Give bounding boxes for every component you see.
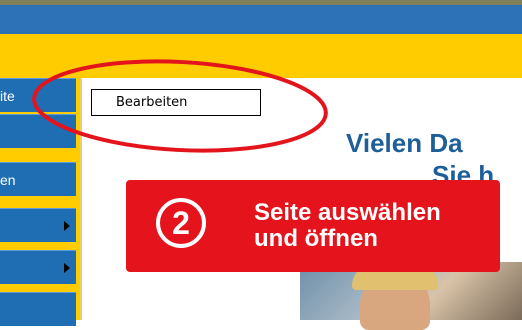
sidebar-item-label: en <box>0 172 16 188</box>
page-heading-line-1: Vielen Da <box>346 128 463 158</box>
callout-line-1: Seite auswählen <box>254 199 441 226</box>
sidebar-item-6[interactable] <box>0 292 76 326</box>
content-divider <box>80 78 82 320</box>
yellow-banner <box>0 34 522 78</box>
sidebar: ite en <box>0 78 80 326</box>
sidebar-item-label: ite <box>0 88 15 104</box>
sidebar-item-4[interactable] <box>0 208 76 242</box>
callout-text: Seite auswählen und öffnen <box>254 200 441 252</box>
step-number-badge: 2 <box>156 198 206 248</box>
edit-button[interactable]: Bearbeiten <box>91 89 261 116</box>
submenu-arrow-icon <box>64 263 70 273</box>
sidebar-item-2[interactable] <box>0 114 76 148</box>
submenu-arrow-icon <box>64 221 70 231</box>
step-callout: 2 Seite auswählen und öffnen <box>126 180 500 272</box>
sidebar-item-5[interactable] <box>0 250 76 284</box>
callout-line-2: und öffnen <box>254 225 378 252</box>
sidebar-item-3[interactable]: en <box>0 162 76 196</box>
top-header-bar <box>0 5 522 34</box>
sidebar-item-1[interactable]: ite <box>0 78 76 112</box>
